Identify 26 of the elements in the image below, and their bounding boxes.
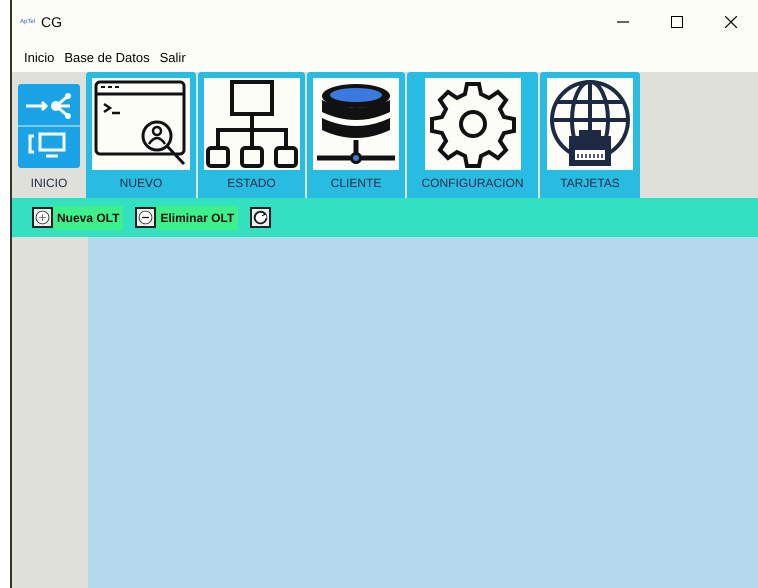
toolbar-label[interactable]: Eliminar OLT xyxy=(156,206,238,230)
refresh-icon xyxy=(252,208,270,227)
add-button[interactable] xyxy=(32,207,53,228)
toolbar-tab[interactable]: CONFIGURACION xyxy=(407,72,538,198)
globe-ethernet-icon xyxy=(547,78,633,170)
refresh-button[interactable] xyxy=(250,207,272,228)
database-icon xyxy=(313,78,399,170)
toolbar-label[interactable]: Nueva OLT xyxy=(53,206,124,230)
minus-icon xyxy=(137,208,154,227)
toolbar-tab[interactable]: ESTADO xyxy=(198,72,305,198)
settings-icon xyxy=(424,78,520,170)
minimize-icon xyxy=(617,21,629,23)
hierarchy-icon xyxy=(204,78,300,170)
close-icon xyxy=(725,16,737,28)
plus-icon xyxy=(34,208,51,227)
network-icon xyxy=(18,84,80,168)
toolbar-tab[interactable]: TARJETAS xyxy=(540,72,640,198)
remove-button[interactable] xyxy=(135,207,156,228)
menu-item[interactable]: Inicio xyxy=(20,48,58,68)
toolbar-tab[interactable]: NUEVO xyxy=(86,72,196,198)
terminal-search-icon xyxy=(92,78,190,170)
maximize-icon xyxy=(671,16,683,28)
window-title: CG xyxy=(41,12,62,32)
menu-item[interactable]: Base de Datos xyxy=(60,48,154,68)
menu-item[interactable]: Salir xyxy=(156,48,190,68)
toolbar-tab[interactable]: CLIENTE xyxy=(307,72,405,198)
